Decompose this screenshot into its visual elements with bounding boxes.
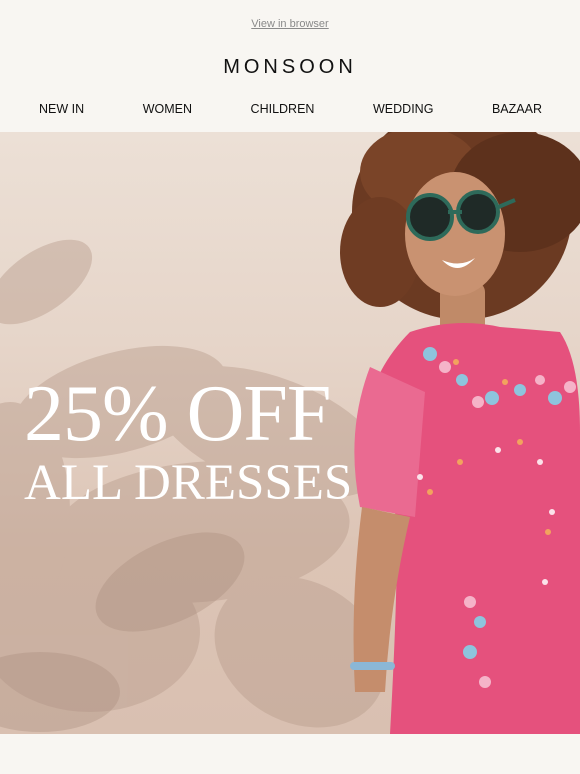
nav-item-wedding[interactable]: WEDDING (373, 102, 433, 116)
promo-subheadline: ALL DRESSES (24, 455, 353, 511)
nav-item-bazaar[interactable]: BAZAAR (492, 102, 542, 116)
child-model (340, 132, 580, 734)
next-section-strip (0, 736, 580, 774)
main-nav: NEW IN WOMEN CHILDREN WEDDING BAZAAR (0, 86, 580, 132)
nav-item-women[interactable]: WOMEN (143, 102, 192, 116)
logo-container: MONSOON (0, 48, 580, 86)
discount-text: 25% OFF (24, 370, 331, 458)
top-bar: View in browser (0, 0, 580, 48)
brand-logo[interactable]: MONSOON (223, 56, 357, 79)
view-in-browser-link[interactable]: View in browser (251, 18, 328, 30)
hero-banner[interactable]: 25% OFF ALL DRESSES (0, 132, 580, 734)
nav-item-new-in[interactable]: NEW IN (39, 102, 84, 116)
promo-headline: 25% OFF ALL DRESSES (24, 374, 352, 509)
nav-item-children[interactable]: CHILDREN (251, 102, 315, 116)
